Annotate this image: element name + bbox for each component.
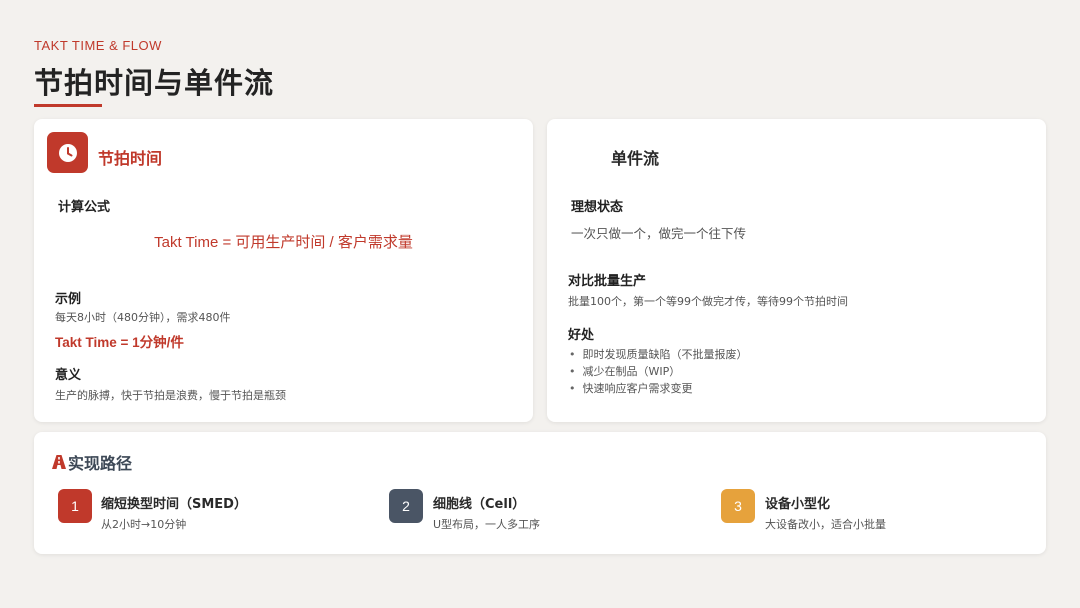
ideal-text: 一次只做一个，做完一个往下传	[571, 226, 747, 241]
meaning-text: 生产的脉搏，快于节拍是浪费，慢于节拍是瓶颈	[55, 389, 286, 402]
single-piece-flow-title: 单件流	[611, 149, 660, 168]
takt-time-card: 节拍时间 计算公式 Takt Time = 可用生产时间 / 客户需求量 示例 …	[34, 119, 533, 422]
step-2-badge: 2	[389, 489, 423, 523]
takt-time-title: 节拍时间	[98, 149, 163, 168]
list-item: 快速响应客户需求变更	[569, 380, 748, 397]
example-label: 示例	[55, 292, 82, 307]
page-title: 节拍时间与单件流	[34, 66, 275, 100]
benefits-list: 即时发现质量缺陷（不批量报废） 减少在制品（WIP） 快速响应客户需求变更	[569, 346, 748, 397]
benefits-label: 好处	[568, 328, 595, 343]
ideal-label: 理想状态	[571, 200, 624, 215]
formula-label: 计算公式	[58, 200, 111, 215]
step-1-desc: 从2小时→10分钟	[101, 518, 187, 531]
clock-icon	[47, 132, 88, 173]
eyebrow: TAKT TIME & FLOW	[34, 38, 162, 53]
step-1-title: 缩短换型时间（SMED）	[101, 497, 247, 512]
list-item: 即时发现质量缺陷（不批量报废）	[569, 346, 748, 363]
implementation-card: 实现路径 1 缩短换型时间（SMED） 从2小时→10分钟 2 细胞线（Cell…	[34, 432, 1046, 554]
step-3-desc: 大设备改小，适合小批量	[765, 518, 886, 531]
title-underline	[34, 104, 102, 107]
implementation-heading: 实现路径	[50, 450, 132, 474]
list-item: 减少在制品（WIP）	[569, 363, 748, 380]
implementation-title: 实现路径	[68, 454, 133, 473]
compare-text: 批量100个，第一个等99个做完才传，等待99个节拍时间	[568, 295, 848, 308]
step-1-badge: 1	[58, 489, 92, 523]
single-piece-flow-card: 单件流 理想状态 一次只做一个，做完一个往下传 对比批量生产 批量100个，第一…	[547, 119, 1046, 422]
meaning-label: 意义	[55, 368, 82, 383]
step-3-title: 设备小型化	[765, 497, 831, 512]
compare-label: 对比批量生产	[568, 274, 647, 289]
example-text: 每天8小时（480分钟），需求480件	[55, 311, 231, 324]
example-result: Takt Time = 1分钟/件	[55, 335, 184, 350]
step-2-title: 细胞线（Cell）	[433, 497, 526, 512]
takt-formula: Takt Time = 可用生产时间 / 客户需求量	[154, 234, 413, 251]
step-2-desc: U型布局，一人多工序	[433, 518, 541, 531]
step-3-badge: 3	[721, 489, 755, 523]
road-icon	[50, 453, 68, 471]
